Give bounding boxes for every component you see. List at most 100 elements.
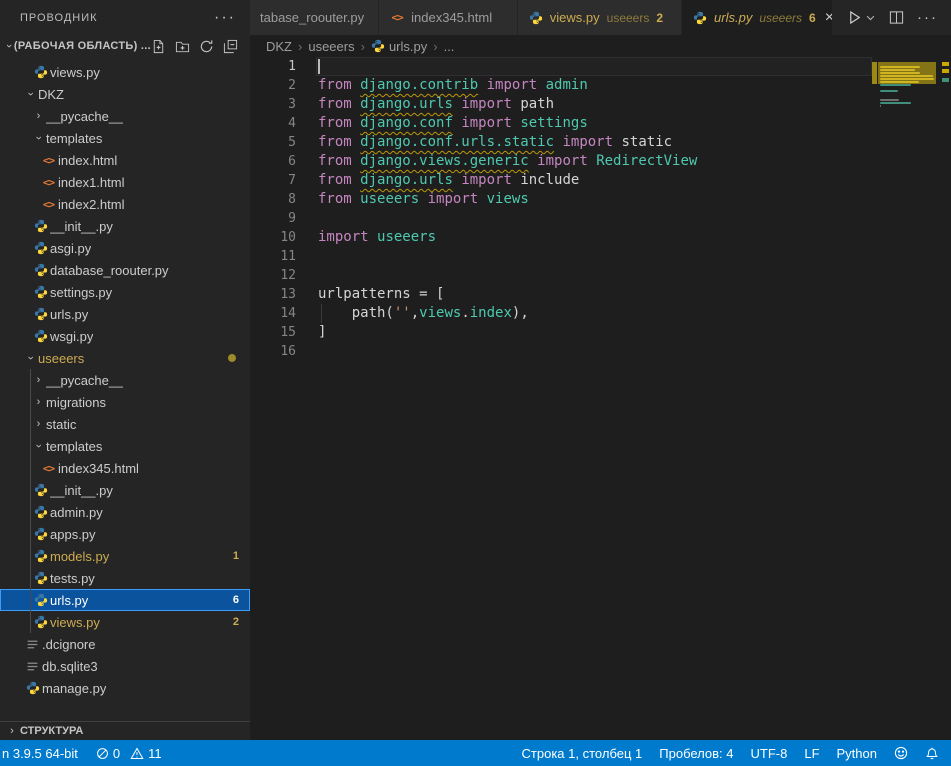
tab-urls-py[interactable]: urls.pyuseeers6× — [682, 0, 833, 35]
workspace-section-header[interactable]: › (РАБОЧАЯ ОБЛАСТЬ) ... — [0, 35, 250, 57]
code-line-7[interactable]: from django.urls import include — [318, 171, 872, 190]
breadcrumb-item-dkz[interactable]: DKZ — [266, 39, 292, 54]
tree-item-database-roouter-py[interactable]: database_roouter.py — [0, 259, 250, 281]
tab-index345-html[interactable]: <>index345.html — [379, 0, 518, 35]
notifications-bell-icon[interactable] — [925, 746, 939, 760]
tree-item--init-py[interactable]: __init__.py — [0, 479, 250, 501]
tree-item-index-html[interactable]: <>index.html — [0, 149, 250, 171]
tab-title: views.py — [550, 10, 600, 25]
code-line-12[interactable] — [318, 266, 872, 285]
minimap[interactable] — [872, 57, 940, 740]
breadcrumb-item-urls-py[interactable]: urls.py — [371, 39, 427, 54]
folder-problems-dot — [228, 354, 236, 362]
tree-item-manage-py[interactable]: manage.py — [0, 677, 250, 699]
line-number[interactable]: 4 — [250, 114, 296, 133]
code-line-15[interactable]: ] — [318, 323, 872, 342]
eol-status[interactable]: LF — [804, 746, 819, 761]
tree-item-db-sqlite3[interactable]: db.sqlite3 — [0, 655, 250, 677]
encoding-status[interactable]: UTF-8 — [751, 746, 788, 761]
breadcrumb-item-useeers[interactable]: useeers — [308, 39, 354, 54]
new-file-icon[interactable] — [151, 39, 166, 54]
line-number[interactable]: 11 — [250, 247, 296, 266]
tree-item-templates[interactable]: ›templates — [0, 127, 250, 149]
tree-item-label: admin.py — [50, 505, 103, 520]
code-line-16[interactable] — [318, 342, 872, 361]
code-line-11[interactable] — [318, 247, 872, 266]
outline-section-header[interactable]: › СТРУКТУРА — [0, 721, 250, 740]
tree-item-index2-html[interactable]: <>index2.html — [0, 193, 250, 215]
tree-item-urls-py[interactable]: urls.py — [0, 303, 250, 325]
indentation-status[interactable]: Пробелов: 4 — [659, 746, 733, 761]
tree-item-label: __pycache__ — [46, 109, 123, 124]
more-actions-icon[interactable]: ··· — [917, 9, 938, 26]
line-number[interactable]: 10 — [250, 228, 296, 247]
python-interpreter-status[interactable]: n 3.9.5 64-bit — [2, 746, 78, 761]
tree-item-static[interactable]: ›static — [0, 413, 250, 435]
line-number[interactable]: 14 — [250, 304, 296, 323]
overview-ruler-mark — [942, 78, 949, 82]
tree-item-settings-py[interactable]: settings.py — [0, 281, 250, 303]
cursor-position-status[interactable]: Строка 1, столбец 1 — [522, 746, 643, 761]
tree-item-wsgi-py[interactable]: wsgi.py — [0, 325, 250, 347]
tree-item--dcignore[interactable]: .dcignore — [0, 633, 250, 655]
code-line-9[interactable] — [318, 209, 872, 228]
tree-item-apps-py[interactable]: apps.py — [0, 523, 250, 545]
code-token: from — [318, 134, 352, 150]
code-editor[interactable]: 12345678910111213141516 from django.cont… — [250, 57, 951, 740]
line-number[interactable]: 7 — [250, 171, 296, 190]
tree-item-asgi-py[interactable]: asgi.py — [0, 237, 250, 259]
tree-item-index345-html[interactable]: <>index345.html — [0, 457, 250, 479]
run-python-file-button[interactable] — [846, 9, 876, 26]
line-number[interactable]: 12 — [250, 266, 296, 285]
tree-item-admin-py[interactable]: admin.py — [0, 501, 250, 523]
collapse-all-icon[interactable] — [223, 39, 238, 54]
line-number[interactable]: 8 — [250, 190, 296, 209]
line-number[interactable]: 6 — [250, 152, 296, 171]
tree-item--init-py[interactable]: __init__.py — [0, 215, 250, 237]
tree-item-templates[interactable]: ›templates — [0, 435, 250, 457]
line-number[interactable]: 5 — [250, 133, 296, 152]
tree-item-dkz[interactable]: ›DKZ — [0, 83, 250, 105]
code-line-4[interactable]: from django.conf import settings — [318, 114, 872, 133]
close-icon[interactable]: × — [825, 10, 833, 26]
code-line-10[interactable]: import useeers — [318, 228, 872, 247]
language-mode-status[interactable]: Python — [837, 746, 877, 761]
line-number[interactable]: 16 — [250, 342, 296, 361]
explorer-more-actions-icon[interactable]: ··· — [214, 9, 236, 27]
problems-status[interactable]: 0 11 — [96, 746, 162, 761]
line-number[interactable]: 1 — [250, 57, 296, 76]
line-number[interactable]: 15 — [250, 323, 296, 342]
code-line-5[interactable]: from django.conf.urls.static import stat… — [318, 133, 872, 152]
tree-item-index1-html[interactable]: <>index1.html — [0, 171, 250, 193]
line-number[interactable]: 13 — [250, 285, 296, 304]
tree-item-tests-py[interactable]: tests.py — [0, 567, 250, 589]
line-number[interactable]: 3 — [250, 95, 296, 114]
overview-ruler[interactable] — [940, 57, 951, 740]
tree-item-views-py[interactable]: views.py2 — [0, 611, 250, 633]
tree-item-useeers[interactable]: ›useeers — [0, 347, 250, 369]
code-content[interactable]: from django.contrib import adminfrom dja… — [318, 57, 872, 361]
tree-item-migrations[interactable]: ›migrations — [0, 391, 250, 413]
tree-item--pycache-[interactable]: ›__pycache__ — [0, 369, 250, 391]
code-line-3[interactable]: from django.urls import path — [318, 95, 872, 114]
refresh-icon[interactable] — [199, 39, 214, 54]
new-folder-icon[interactable] — [175, 39, 190, 54]
split-editor-icon[interactable] — [889, 10, 904, 25]
code-line-6[interactable]: from django.views.generic import Redirec… — [318, 152, 872, 171]
code-line-1[interactable] — [316, 57, 872, 76]
line-number[interactable]: 9 — [250, 209, 296, 228]
tree-item-models-py[interactable]: models.py1 — [0, 545, 250, 567]
line-number-gutter[interactable]: 12345678910111213141516 — [250, 57, 296, 361]
tree-item--pycache-[interactable]: ›__pycache__ — [0, 105, 250, 127]
tab-views-py[interactable]: views.pyuseeers2 — [518, 0, 682, 35]
feedback-smiley-icon[interactable] — [894, 746, 908, 760]
tree-item-urls-py[interactable]: urls.py6 — [0, 589, 250, 611]
code-line-8[interactable]: from useeers import views — [318, 190, 872, 209]
code-line-13[interactable]: urlpatterns = [ — [318, 285, 872, 304]
code-line-14[interactable]: path('',views.index), — [318, 304, 872, 323]
tab-tabase-roouter-py[interactable]: tabase_roouter.py — [250, 0, 379, 35]
breadcrumb-item--[interactable]: ... — [444, 39, 455, 54]
line-number[interactable]: 2 — [250, 76, 296, 95]
tree-item-views-py[interactable]: views.py — [0, 61, 250, 83]
code-line-2[interactable]: from django.contrib import admin — [318, 76, 872, 95]
